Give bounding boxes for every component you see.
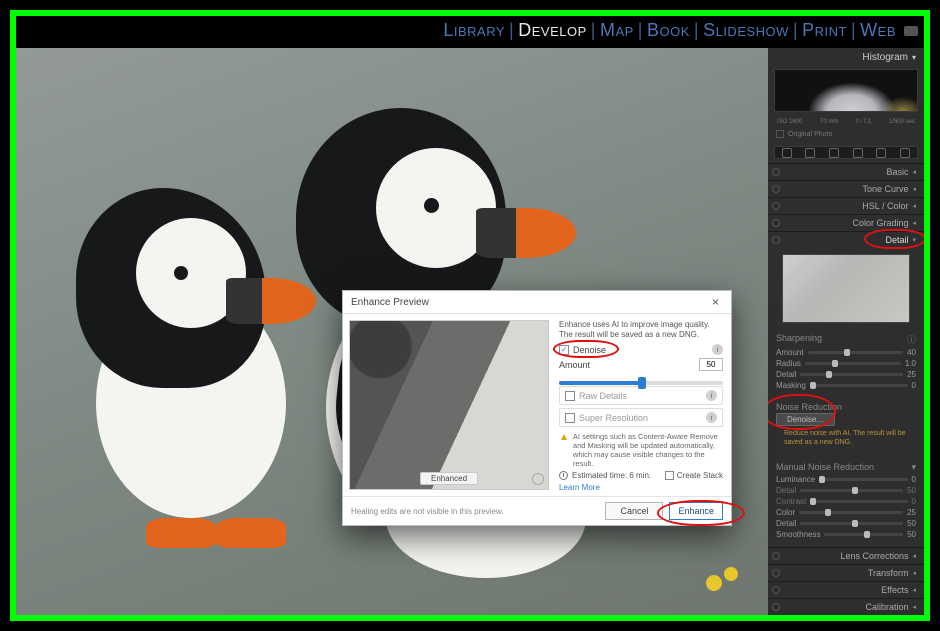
annotation-circle (864, 229, 924, 249)
annotation-circle (553, 340, 619, 358)
manual-nr-title: Manual Noise Reduction (776, 462, 874, 473)
sharp-mask-slider[interactable] (810, 384, 908, 387)
histogram[interactable]: ISO 1600 70 mm f / 7.1 1/500 sec (774, 69, 918, 112)
module-calibration[interactable]: Calibration◂ (768, 598, 924, 615)
sharp-amount-slider[interactable] (808, 351, 904, 354)
enhance-preview-image[interactable]: Enhanced (349, 320, 549, 490)
estimated-time: Estimated time: 6 min. (572, 471, 651, 480)
nav-slideshow[interactable]: Slideshow (703, 20, 789, 41)
amount-label: Amount (559, 360, 590, 370)
second-monitor-icon[interactable] (904, 26, 918, 36)
enhance-dialog: Enhance Preview × Enhanced Enhance uses … (342, 290, 732, 526)
cancel-button[interactable]: Cancel (605, 502, 663, 520)
super-res-label: Super Resolution (579, 413, 648, 423)
dialog-title: Enhance Preview (351, 297, 429, 308)
sharp-detail-slider[interactable] (800, 373, 903, 376)
manual-nr-group: Manual Noise Reduction▾ Luminance0 Detai… (768, 458, 924, 547)
original-checkbox[interactable] (776, 130, 784, 138)
nav-library[interactable]: Library (443, 20, 505, 41)
dialog-intro: Enhance uses AI to improve image quality… (559, 320, 723, 339)
annotation-circle (657, 500, 745, 526)
detail-preview[interactable] (782, 254, 910, 323)
nav-print[interactable]: Print (802, 20, 847, 41)
collapse-icon[interactable]: ▾ (911, 462, 916, 473)
hist-focal: 70 mm (820, 119, 838, 125)
zoom-icon[interactable] (532, 473, 544, 485)
super-res-checkbox[interactable] (565, 413, 575, 423)
clock-icon (559, 471, 568, 480)
right-panel: Histogram ▾ ISO 1600 70 mm f / 7.1 1/500… (768, 48, 924, 615)
nr-note: Reduce noise with AI. The result will be… (776, 426, 916, 452)
info-icon[interactable]: i (712, 344, 723, 355)
hist-shutter: 1/500 sec (889, 119, 915, 125)
hist-aperture: f / 7.1 (856, 119, 871, 125)
original-photo-label: Original Photo (788, 131, 832, 138)
sharpening-group: Sharpeningⓘ Amount40 Radius1.0 Detail25 … (768, 329, 924, 398)
nr-lum-slider[interactable] (819, 478, 907, 481)
nr-color-slider[interactable] (799, 511, 903, 514)
close-icon[interactable]: × (708, 295, 723, 309)
module-basic[interactable]: Basic◂ (768, 163, 924, 180)
hist-iso: ISO 1600 (777, 119, 802, 125)
module-hsl[interactable]: HSL / Color◂ (768, 197, 924, 214)
module-tone[interactable]: Tone Curve◂ (768, 180, 924, 197)
create-stack-label: Create Stack (677, 471, 723, 480)
sharpening-title: Sharpening (776, 333, 822, 346)
amount-input[interactable] (699, 358, 723, 371)
nav-develop[interactable]: Develop (518, 20, 587, 41)
raw-details-checkbox[interactable] (565, 391, 575, 401)
collapse-icon: ▾ (912, 53, 916, 62)
footer-note: Healing edits are not visible in this pr… (351, 507, 599, 516)
module-lens[interactable]: Lens Corrections◂ (768, 547, 924, 564)
amount-slider[interactable] (559, 374, 723, 379)
noise-reduction-group: Noise Reduction Denoise… Reduce noise wi… (768, 398, 924, 458)
create-stack-checkbox[interactable] (665, 471, 674, 480)
nav-book[interactable]: Book (647, 20, 690, 41)
module-effects[interactable]: Effects◂ (768, 581, 924, 598)
raw-details-label: Raw Details (579, 391, 627, 401)
preview-badge: Enhanced (420, 472, 478, 485)
nav-web[interactable]: Web (860, 20, 896, 41)
info-icon[interactable]: i (706, 412, 717, 423)
learn-more-link[interactable]: Learn More (559, 483, 723, 492)
develop-toolstrip[interactable] (774, 146, 918, 159)
module-detail[interactable]: Detail▾ (768, 231, 924, 248)
nav-map[interactable]: Map (600, 20, 634, 41)
warning-icon: ▲ (559, 432, 569, 468)
info-icon[interactable]: i (706, 390, 717, 401)
module-transform[interactable]: Transform◂ (768, 564, 924, 581)
module-picker[interactable]: Library| Develop| Map| Book| Slideshow| … (443, 20, 918, 41)
sharp-radius-slider[interactable] (805, 362, 901, 365)
warning-text: AI settings such as Content-Aware Remove… (573, 432, 723, 468)
info-icon[interactable]: ⓘ (907, 333, 916, 346)
histogram-label: Histogram (862, 52, 908, 63)
